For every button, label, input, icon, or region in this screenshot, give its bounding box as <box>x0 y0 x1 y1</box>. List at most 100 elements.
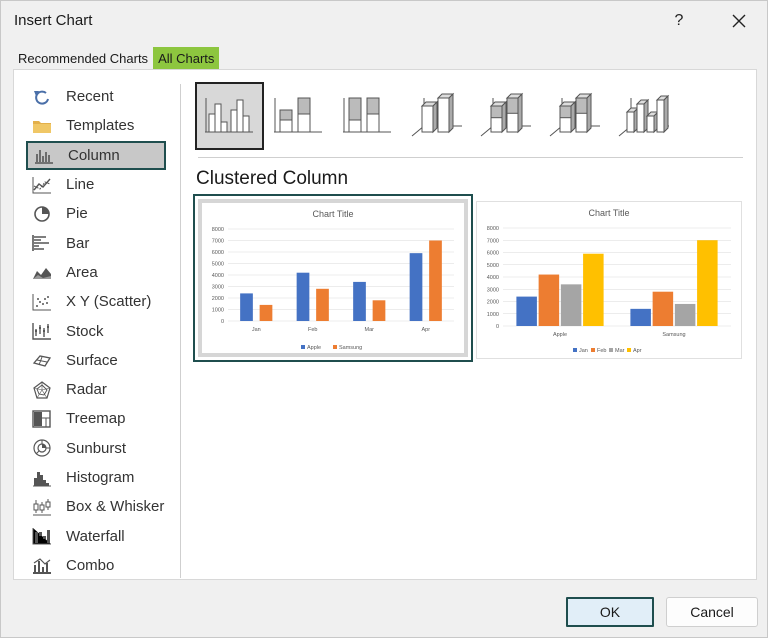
chart-type-label: Stock <box>66 322 104 340</box>
histogram-chart-icon <box>32 469 52 487</box>
chart-type-box-whisker[interactable]: Box & Whisker <box>26 492 166 521</box>
subtype-stacked-column[interactable] <box>264 82 333 150</box>
box-whisker-chart-icon <box>32 498 52 516</box>
chart-type-label: Histogram <box>66 469 135 486</box>
legend-label: Apple <box>307 345 321 351</box>
chart-type-templates[interactable]: Templates <box>26 111 166 140</box>
x-tick-label: Apple <box>553 332 567 338</box>
y-tick-label: 5000 <box>212 262 224 268</box>
chart-type-treemap[interactable]: Treemap <box>26 404 166 433</box>
legend-label: Samsung <box>339 345 362 351</box>
3d-100-stacked-column-icon <box>549 92 600 137</box>
bar-feb-samsung <box>652 291 674 326</box>
subtype-100-stacked-column[interactable] <box>333 82 402 150</box>
insert-chart-dialog: Insert Chart ? Recommended Charts All Ch… <box>0 0 768 638</box>
bar-apple-jan <box>240 293 253 321</box>
x-tick-label: Mar <box>365 327 375 333</box>
y-tick-label: 4000 <box>212 273 224 279</box>
chart-title: Chart Title <box>312 209 353 219</box>
chart-type-surface[interactable]: Surface <box>26 346 166 375</box>
chart-type-radar[interactable]: Radar <box>26 375 166 404</box>
x-tick-label: Feb <box>308 327 317 333</box>
subtype-3d-100-stacked-column[interactable] <box>540 82 609 150</box>
title-bar: Insert Chart ? <box>1 1 767 41</box>
clustered-column-chart-by-brand: Chart Title 0 1000 2000 3000 4000 5000 6000 7000… <box>487 208 731 354</box>
bar-samsung-mar <box>372 300 386 321</box>
legend-swatch <box>333 345 337 349</box>
y-tick-label: 0 <box>221 319 224 325</box>
bar-apple-feb <box>296 272 310 321</box>
chart-type-label: Box & Whisker <box>66 498 165 516</box>
y-tick-label: 7000 <box>212 239 224 245</box>
subtype-3d-clustered-column[interactable] <box>402 82 471 150</box>
chart-type-label: Radar <box>66 381 107 399</box>
legend-label: Feb <box>597 348 606 354</box>
x-tick-label: Samsung <box>662 332 685 338</box>
chart-type-pie[interactable]: Pie <box>26 199 166 228</box>
y-tick-label: 5000 <box>487 263 499 269</box>
surface-chart-icon <box>32 351 52 369</box>
chart-type-label: Templates <box>66 117 135 135</box>
chart-type-label: Recent <box>66 88 114 106</box>
bar-mar-samsung <box>674 303 696 326</box>
chart-preview-option-1[interactable]: Chart Title 0 1000 2000 3000 4000 5000 6000 7000… <box>193 194 473 362</box>
y-tick-label: 2000 <box>487 300 499 306</box>
y-tick-label: 2000 <box>212 296 224 302</box>
preview-frame: Chart Title 0 1000 2000 3000 4000 5000 6000 7000… <box>198 199 468 357</box>
y-tick-label: 3000 <box>487 287 499 293</box>
legend-swatch <box>627 348 631 352</box>
subtype-3d-stacked-column[interactable] <box>471 82 540 150</box>
legend-label: Jan <box>579 348 588 354</box>
chart-title: Chart Title <box>588 208 629 218</box>
3d-stacked-column-icon <box>480 92 531 137</box>
chart-type-label: Area <box>66 263 98 281</box>
waterfall-chart-icon <box>32 527 52 545</box>
tab-recommended-charts[interactable]: Recommended Charts <box>13 47 153 69</box>
chart-type-bar[interactable]: Bar <box>26 228 166 257</box>
recent-icon <box>32 88 52 106</box>
3d-clustered-column-icon <box>411 92 462 137</box>
tab-all-charts[interactable]: All Charts <box>153 47 220 69</box>
bar-apple-apr <box>409 253 423 321</box>
chart-type-histogram[interactable]: Histogram <box>26 463 166 492</box>
chart-type-label: Surface <box>66 351 118 369</box>
chart-preview-option-2[interactable]: Chart Title 0 1000 2000 3000 4000 5000 6000 7000… <box>476 201 742 359</box>
combo-chart-icon <box>32 556 52 575</box>
ok-button[interactable]: OK <box>566 597 654 627</box>
column-chart-icon <box>34 146 54 165</box>
subtype-heading: Clustered Column <box>196 168 349 189</box>
chart-type-label: Column <box>68 146 120 164</box>
chart-type-recent[interactable]: Recent <box>26 82 166 111</box>
divider <box>198 157 743 158</box>
chart-type-area[interactable]: Area <box>26 258 166 287</box>
chart-type-stock[interactable]: Stock <box>26 316 166 345</box>
chart-type-column[interactable]: Column <box>26 140 166 170</box>
x-tick-label: Apr <box>421 327 430 333</box>
help-button[interactable]: ? <box>659 5 699 37</box>
legend-swatch <box>591 348 595 352</box>
subtype-3d-column[interactable] <box>609 82 678 150</box>
cancel-button[interactable]: Cancel <box>666 597 758 627</box>
y-tick-label: 1000 <box>212 308 224 314</box>
bar-chart-icon <box>32 234 52 252</box>
chart-type-label: Treemap <box>66 410 126 428</box>
chart-type-combo[interactable]: Combo <box>26 551 166 580</box>
templates-folder-icon <box>32 117 52 135</box>
x-tick-label: Jan <box>252 327 261 333</box>
pie-chart-icon <box>32 205 52 223</box>
y-tick-label: 4000 <box>487 275 499 281</box>
chart-type-x-y-scatter[interactable]: X Y (Scatter) <box>26 287 166 316</box>
stacked-column-icon <box>273 97 322 133</box>
chart-type-line[interactable]: Line <box>26 170 166 199</box>
preview-card: Chart Title 0 1000 2000 3000 4000 5000 6000 7000… <box>202 203 464 353</box>
stock-chart-icon <box>32 322 52 340</box>
dialog-footer: OK Cancel <box>1 591 767 637</box>
subtype-clustered-column[interactable] <box>195 82 264 150</box>
area-chart-icon <box>32 263 52 281</box>
chart-type-sunburst[interactable]: Sunburst <box>26 434 166 463</box>
bar-samsung-apr <box>429 240 442 321</box>
close-button[interactable] <box>719 5 759 37</box>
100-stacked-column-icon <box>342 97 391 133</box>
y-tick-label: 6000 <box>212 250 224 256</box>
chart-type-waterfall[interactable]: Waterfall <box>26 521 166 550</box>
